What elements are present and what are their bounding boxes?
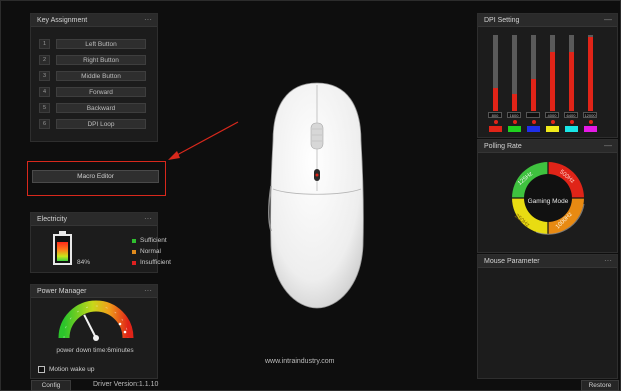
mouse-image [268,82,364,309]
panel-menu-icon[interactable]: — [604,16,612,24]
key-assign-backward[interactable]: Backward [56,103,146,113]
dpi-setting-header: DPI Setting — [478,14,617,27]
key-assignment-title: Key Assignment [37,16,88,24]
dpi-stage-indicator[interactable] [531,120,536,124]
dpi-stage-indicator[interactable] [512,120,517,124]
dpi-value-3[interactable] [526,112,540,118]
power-down-time-text: power down time:6minutes [56,347,134,354]
dpi-value-6[interactable]: 12000 [583,112,597,118]
dpi-slider-fill [588,37,593,111]
key-assign-middle-button[interactable]: Middle Button [56,71,146,81]
dpi-slider-track-6[interactable] [588,35,593,111]
orange-swatch [132,249,136,254]
motion-wake-label: Motion wake up [49,366,95,373]
key-row-4: 4 Forward [39,87,146,97]
panel-menu-icon[interactable]: ··· [604,257,612,265]
panel-menu-icon[interactable]: ··· [144,287,152,295]
polling-rate-title: Polling Rate [484,142,522,150]
dpi-slider-track-1[interactable] [493,35,498,111]
key-assign-forward[interactable]: Forward [56,87,146,97]
power-gauge[interactable] [58,300,134,342]
restore-button[interactable]: Restore [581,380,619,391]
dpi-setting-title: DPI Setting [484,16,520,24]
dpi-value-4[interactable]: 4000 [545,112,559,118]
dpi-value-1[interactable]: 800 [488,112,502,118]
dpi-stage-indicator[interactable] [569,120,574,124]
red-swatch [132,260,136,265]
key-row-5: 5 Backward [39,103,146,113]
key-assign-left-button[interactable]: Left Button [56,39,146,49]
dpi-stage-indicator[interactable] [550,120,555,124]
power-manager-title: Power Manager [37,287,87,295]
dpi-stage-indicator[interactable] [493,120,498,124]
dpi-stage-indicator[interactable] [588,120,593,124]
legend-sufficient: Sufficient [132,237,167,244]
key-assign-right-button[interactable]: Right Button [56,55,146,65]
dpi-color-swatch-3[interactable] [527,126,540,132]
key-row-3: 3 Middle Button [39,71,146,81]
dpi-slider-track-3[interactable] [531,35,536,111]
dpi-slider-track-4[interactable] [550,35,555,111]
legend-label: Sufficient [140,237,167,244]
polling-rate-header: Polling Rate — [478,140,617,153]
key-number: 1 [39,39,50,49]
mouse-parameter-title: Mouse Parameter [484,257,540,265]
battery-level-fill [57,242,68,261]
key-number: 3 [39,71,50,81]
key-number: 4 [39,87,50,97]
legend-insufficient: Insufficient [132,259,171,266]
battery-percent: 84% [77,259,91,266]
dpi-color-swatch-6[interactable] [584,126,597,132]
key-row-6: 6 DPI Loop [39,119,146,129]
key-number: 5 [39,103,50,113]
power-manager-panel: Power Manager ··· power down time:6minut… [30,284,158,379]
legend-label: Normal [140,248,161,255]
driver-window: { "key_assignment": { "title": "Key Assi… [0,0,621,391]
dpi-slider-track-2[interactable] [512,35,517,111]
dpi-color-swatch-1[interactable] [489,126,502,132]
key-row-1: 1 Left Button [39,39,146,49]
panel-menu-icon[interactable]: ··· [144,16,152,24]
dpi-slider-fill [493,88,498,111]
legend-normal: Normal [132,248,161,255]
dpi-setting-panel: DPI Setting — [477,13,618,138]
key-number: 2 [39,55,50,65]
key-row-2: 2 Right Button [39,55,146,65]
dpi-color-swatch-4[interactable] [546,126,559,132]
electricity-header: Electricity ··· [31,213,157,226]
driver-version-text: Driver Version:1.1.10 [93,381,159,388]
dpi-slider-fill [569,52,574,111]
macro-editor-button[interactable]: Macro Editor [32,170,159,183]
key-assign-dpi-loop[interactable]: DPI Loop [56,119,146,129]
motion-wake-checkbox[interactable] [38,366,45,373]
green-swatch [132,238,136,243]
key-assignment-panel: Key Assignment ··· 1 Left Button 2 Right… [30,13,158,142]
power-manager-header: Power Manager ··· [31,285,157,298]
panel-menu-icon[interactable]: — [604,142,612,150]
dpi-slider-fill [550,52,555,111]
dpi-slider-track-5[interactable] [569,35,574,111]
dpi-slider-fill [512,93,517,111]
mouse-parameter-header[interactable]: Mouse Parameter ··· [478,255,617,268]
dpi-value-5[interactable]: 6400 [564,112,578,118]
electricity-panel: Electricity ··· 84% Sufficient Normal In… [30,212,171,273]
dpi-color-swatch-2[interactable] [508,126,521,132]
panel-menu-icon[interactable]: ··· [144,215,152,223]
key-assignment-header: Key Assignment ··· [31,14,157,27]
polling-rate-panel: Polling Rate — 125Hz 250Hz 500Hz 1000Hz … [477,139,618,253]
dpi-value-2[interactable]: 1600 [507,112,521,118]
gaming-mode-label: Gaming Mode [527,198,569,205]
dpi-color-swatch-5[interactable] [565,126,578,132]
electricity-title: Electricity [37,215,67,223]
key-number: 6 [39,119,50,129]
dpi-slider-fill [531,79,536,111]
config-button[interactable]: Config [31,380,71,391]
battery-icon [53,231,72,265]
legend-label: Insufficient [140,259,171,266]
mouse-parameter-panel: Mouse Parameter ··· [477,254,618,379]
website-text: www.intraindustry.com [265,358,335,365]
